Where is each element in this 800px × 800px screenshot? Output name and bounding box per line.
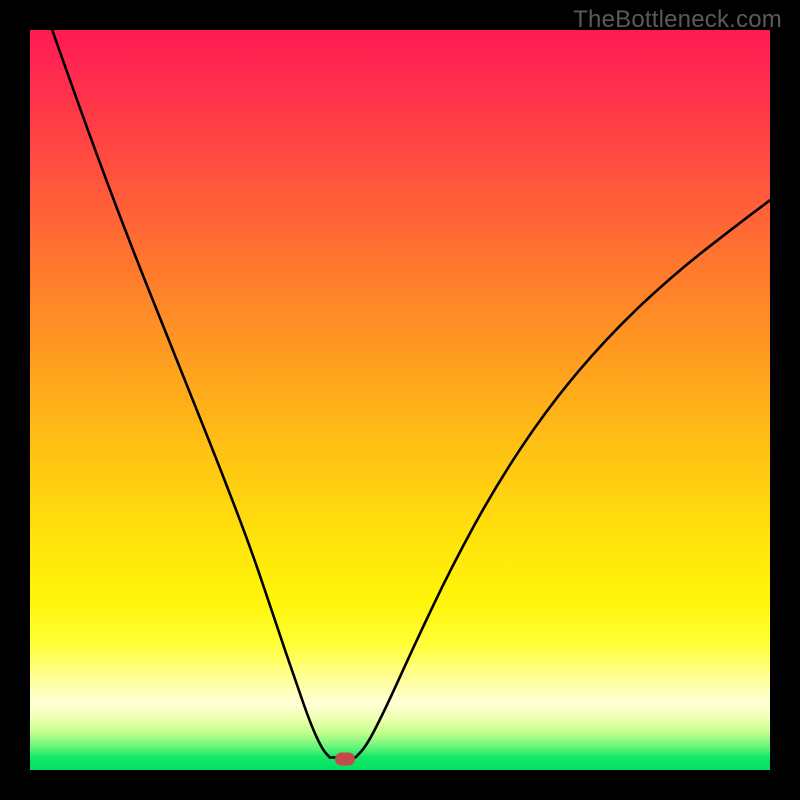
- watermark-text: TheBottleneck.com: [573, 6, 782, 34]
- plot-area: [30, 30, 770, 770]
- curve-path: [52, 30, 770, 757]
- optimum-marker: [335, 752, 355, 765]
- chart-frame: TheBottleneck.com: [0, 0, 800, 800]
- bottleneck-curve: [30, 30, 770, 770]
